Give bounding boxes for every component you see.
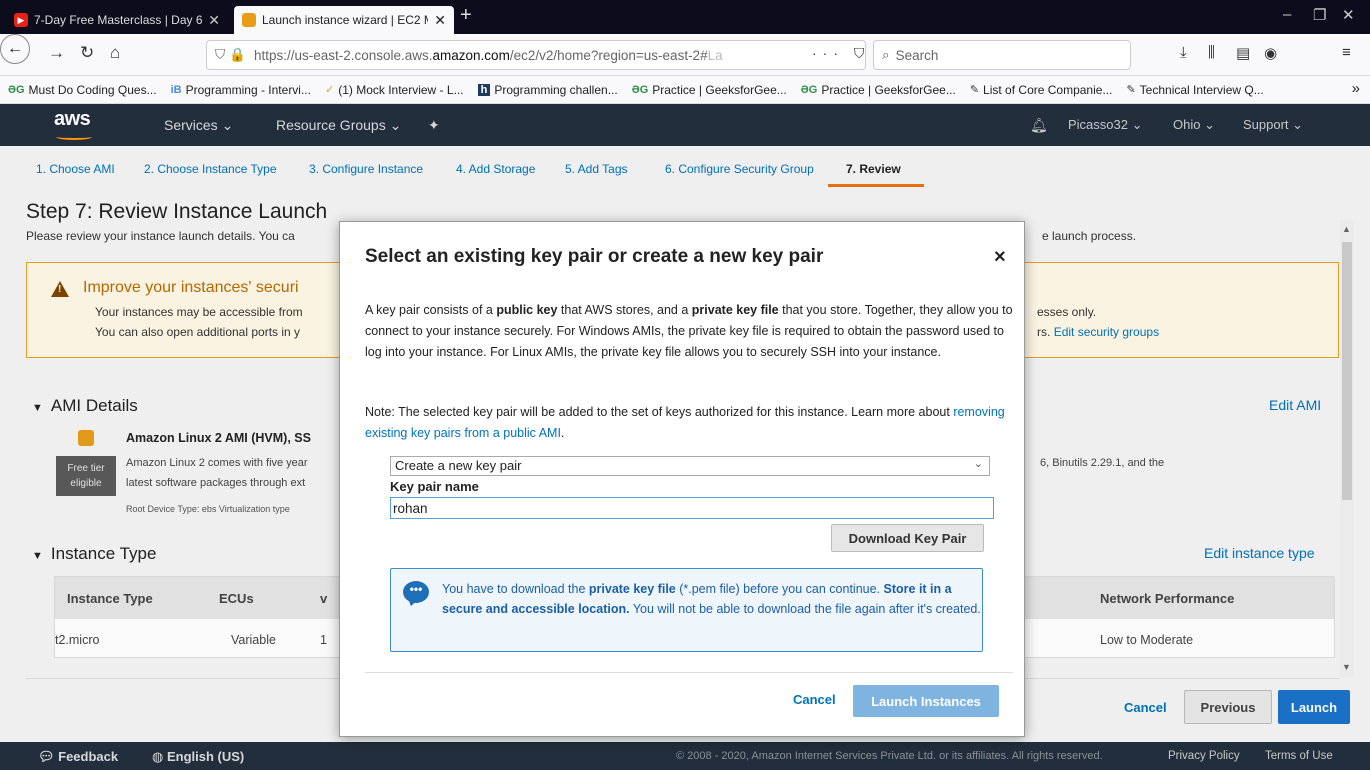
- bookmark-label: (1) Mock Interview - L...: [338, 82, 464, 97]
- note-text: Note: The selected key pair will be adde…: [365, 405, 950, 419]
- account-icon[interactable]: ◉: [1264, 44, 1277, 62]
- info-text: You have to download the private key fil…: [442, 582, 981, 616]
- tab-title: 7-Day Free Masterclass | Day 6: [34, 13, 203, 27]
- bookmark-item[interactable]: ƏG Must Do Coding Ques...: [8, 83, 157, 97]
- restore-icon[interactable]: ❐: [1313, 6, 1326, 24]
- bookmark-item[interactable]: ✎ List of Core Companie...: [970, 83, 1113, 97]
- url-fade: La: [707, 47, 723, 63]
- url-prefix: https://us-east-2.console.aws.: [253, 47, 433, 63]
- browser-tab-bar: ▶ 7-Day Free Masterclass | Day 6 ✕ Launc…: [0, 0, 1370, 34]
- key-pair-option-select[interactable]: Create a new key pair ⌄: [390, 456, 990, 476]
- key-pair-name-input[interactable]: [390, 497, 994, 519]
- close-window-icon[interactable]: ✕: [1342, 6, 1355, 24]
- minimize-icon[interactable]: –: [1283, 6, 1291, 23]
- download-key-pair-button[interactable]: Download Key Pair: [831, 524, 984, 552]
- browser-tab-ec2[interactable]: Launch instance wizard | EC2 M ✕: [234, 6, 454, 34]
- download-info-box: ••• You have to download the private key…: [390, 568, 983, 652]
- bookmark-label: Technical Interview Q...: [1139, 82, 1264, 97]
- url-path: /ec2/v2/home?region=us-east-2#: [509, 47, 708, 63]
- key-pair-name-label: Key pair name: [390, 479, 479, 494]
- key-pair-dialog: Select an existing key pair or create a …: [339, 221, 1025, 737]
- back-icon[interactable]: ←: [0, 34, 30, 64]
- download-icon[interactable]: ⤓: [1180, 44, 1187, 61]
- bookmark-icon: h: [477, 83, 491, 96]
- bookmark-item[interactable]: ƏG Practice | GeeksforGee...: [801, 83, 956, 97]
- dialog-body: A key pair consists of a public key that…: [365, 303, 1013, 359]
- bookmarks-overflow-icon[interactable]: »: [1352, 80, 1360, 97]
- bookmark-item[interactable]: iB Programming - Intervi...: [171, 83, 311, 97]
- bookmark-icon: ✓: [324, 84, 335, 96]
- bookmark-label: List of Core Companie...: [983, 82, 1113, 97]
- bookmark-label: Practice | GeeksforGee...: [652, 82, 787, 97]
- bookmark-label: Practice | GeeksforGee...: [821, 82, 956, 97]
- divider: [365, 672, 1013, 673]
- url-host: amazon.com: [432, 47, 510, 63]
- reload-icon[interactable]: ↻: [80, 43, 94, 63]
- browser-tab-masterclass[interactable]: ▶ 7-Day Free Masterclass | Day 6 ✕: [6, 6, 228, 34]
- lock-icon: 🔒: [229, 47, 246, 62]
- aws-cube-icon: [242, 13, 256, 27]
- library-icon[interactable]: ⫼: [1208, 44, 1215, 61]
- sidebar-icon[interactable]: ▤: [1236, 44, 1250, 62]
- select-value: Create a new key pair: [395, 458, 522, 473]
- browser-nav-bar: ← → ↻ ⌂ ⛉ 🔒 https://us-east-2.console.aw…: [0, 34, 1370, 76]
- tab-title: Launch instance wizard | EC2 M: [262, 13, 429, 27]
- bookmark-label: Must Do Coding Ques...: [28, 82, 157, 97]
- youtube-icon: ▶: [14, 13, 28, 27]
- dialog-title: Select an existing key pair or create a …: [365, 246, 824, 267]
- menu-icon[interactable]: ≡: [1342, 44, 1351, 61]
- search-input[interactable]: ⌕ Search: [873, 40, 1131, 70]
- close-tab-icon[interactable]: ✕: [208, 12, 220, 29]
- bookmark-item[interactable]: ƏG Practice | GeeksforGee...: [632, 83, 787, 97]
- bookmark-icon: ƏG: [800, 83, 818, 96]
- speech-bubble-icon: •••: [403, 581, 429, 603]
- home-icon[interactable]: ⌂: [110, 43, 120, 63]
- bookmark-icon: ƏG: [631, 83, 649, 96]
- bookmark-icon: iB: [170, 83, 182, 96]
- bookmark-label: Programming - Intervi...: [185, 82, 311, 97]
- dialog-cancel-link[interactable]: Cancel: [793, 692, 836, 707]
- bookmark-item[interactable]: ✓ (1) Mock Interview - L...: [325, 83, 464, 97]
- dialog-note: Note: The selected key pair will be adde…: [365, 405, 1005, 440]
- bookmark-label: Programming challen...: [494, 82, 618, 97]
- search-placeholder: Search: [895, 47, 939, 63]
- close-icon[interactable]: ×: [994, 246, 1006, 269]
- forward-icon[interactable]: →: [48, 43, 65, 63]
- url-bar[interactable]: ⛉ 🔒 https://us-east-2.console.aws. amazon…: [206, 40, 866, 70]
- close-tab-icon[interactable]: ✕: [434, 12, 446, 29]
- bookmark-item[interactable]: h Programming challen...: [477, 82, 618, 97]
- bookmark-icon: ƏG: [8, 83, 25, 96]
- search-icon: ⌕: [882, 47, 890, 62]
- bookmark-item[interactable]: ✎ Technical Interview Q...: [1126, 83, 1263, 97]
- bookmarks-bar: ƏG Must Do Coding Ques... iB Programming -…: [0, 76, 1370, 104]
- chevron-down-icon: ⌄: [973, 458, 983, 470]
- launch-instances-button[interactable]: Launch Instances: [853, 685, 999, 717]
- bookmark-icon: ✎: [1126, 84, 1136, 96]
- bookmark-icon: ✎: [969, 84, 980, 96]
- shield-icon: ⛉: [215, 47, 226, 62]
- new-tab-button[interactable]: +: [460, 4, 472, 27]
